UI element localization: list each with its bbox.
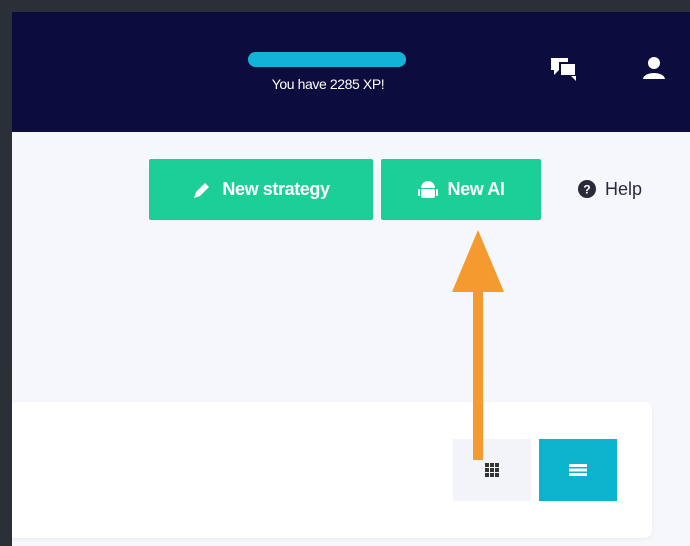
top-navbar: You have 2285 XP! (12, 12, 690, 132)
app-window: You have 2285 XP! New strategy New AI ? … (12, 12, 690, 546)
grid-view-icon (485, 463, 499, 477)
user-icon[interactable] (636, 50, 672, 86)
android-icon (417, 180, 438, 198)
new-strategy-button[interactable]: New strategy (149, 159, 373, 220)
xp-progress-fill (248, 52, 406, 67)
new-strategy-label: New strategy (222, 179, 330, 199)
list-view-icon (569, 464, 587, 476)
question-circle-icon: ? (578, 180, 596, 198)
chat-icon[interactable] (546, 50, 582, 86)
new-ai-label: New AI (447, 179, 505, 199)
xp-text: You have 2285 XP! (271, 76, 385, 92)
pencil-icon (194, 182, 210, 198)
help-link[interactable]: ? Help (578, 176, 642, 202)
svg-text:?: ? (583, 183, 590, 197)
new-ai-button[interactable]: New AI (381, 159, 541, 220)
help-label: Help (605, 178, 643, 199)
moon-icon[interactable] (458, 50, 494, 86)
list-view-button[interactable] (539, 439, 617, 501)
grid-view-button[interactable] (453, 439, 531, 501)
xp-progress-bar (248, 52, 406, 67)
